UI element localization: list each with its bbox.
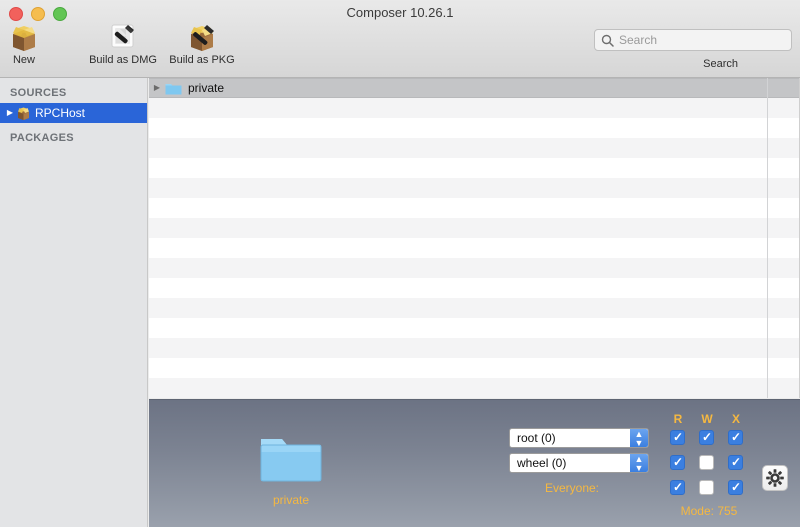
disclosure-triangle-icon[interactable]: ▶	[149, 78, 165, 98]
file-row-private[interactable]: ▶ private	[149, 78, 800, 98]
group-read-checkbox[interactable]: ✓	[670, 455, 685, 470]
table-row[interactable]	[149, 378, 800, 398]
sidebar-section-sources-header: SOURCES	[0, 83, 147, 103]
package-icon	[16, 106, 31, 120]
sidebar: SOURCES ▶ RPCHost PACKAGES	[0, 78, 148, 527]
group-select[interactable]: wheel (0) ▲▼	[509, 453, 649, 473]
everyone-execute-checkbox[interactable]: ✓	[728, 480, 743, 495]
column-divider[interactable]	[767, 78, 768, 398]
file-list: ▶ private	[149, 78, 800, 398]
owner-write-checkbox[interactable]: ✓	[699, 430, 714, 445]
search-placeholder: Search	[619, 33, 657, 47]
permission-header-w: W	[698, 412, 716, 426]
permission-header-x: X	[727, 412, 745, 426]
table-row[interactable]	[149, 358, 800, 378]
table-row[interactable]	[149, 218, 800, 238]
everyone-read-checkbox[interactable]: ✓	[670, 480, 685, 495]
settings-button[interactable]	[762, 465, 788, 491]
search-area: Search	[594, 29, 792, 51]
owner-value: root (0)	[517, 431, 556, 445]
owner-select[interactable]: root (0) ▲▼	[509, 428, 649, 448]
file-row-label: private	[188, 78, 224, 98]
folder-icon	[165, 82, 182, 95]
build-pkg-button[interactable]: Build as PKG	[162, 22, 242, 66]
table-row[interactable]	[149, 158, 800, 178]
table-row[interactable]	[149, 318, 800, 338]
gear-icon	[763, 466, 787, 490]
mode-text: Mode: 755	[649, 504, 769, 518]
composer-window: Composer 10.26.1 New	[0, 0, 800, 527]
table-row[interactable]	[149, 98, 800, 118]
group-value: wheel (0)	[517, 456, 566, 470]
table-row[interactable]	[149, 198, 800, 218]
table-row[interactable]	[149, 138, 800, 158]
disclosure-triangle-icon[interactable]: ▶	[4, 103, 16, 123]
permission-header-r: R	[669, 412, 687, 426]
chevron-updown-icon[interactable]: ▲▼	[630, 429, 648, 447]
detail-item-name: private	[229, 493, 353, 507]
check-icon: ✓	[731, 480, 741, 495]
package-box-icon	[8, 22, 40, 52]
table-row[interactable]	[149, 258, 800, 278]
table-row[interactable]	[149, 298, 800, 318]
owner-execute-checkbox[interactable]: ✓	[728, 430, 743, 445]
group-write-checkbox[interactable]	[699, 455, 714, 470]
check-icon: ✓	[731, 430, 741, 445]
package-hammer-icon	[186, 22, 218, 52]
table-row[interactable]	[149, 178, 800, 198]
sidebar-item-rpchost[interactable]: ▶ RPCHost	[0, 103, 147, 123]
table-row[interactable]	[149, 238, 800, 258]
detail-panel: private Owner: root (0) ▲▼ Group: wheel …	[149, 399, 800, 527]
new-button-label: New	[4, 54, 44, 66]
check-icon: ✓	[673, 455, 683, 470]
check-icon: ✓	[731, 455, 741, 470]
everyone-write-checkbox[interactable]	[699, 480, 714, 495]
build-pkg-label: Build as PKG	[162, 54, 242, 66]
build-dmg-button[interactable]: Build as DMG	[83, 22, 163, 66]
check-icon: ✓	[702, 430, 712, 445]
search-icon	[601, 34, 614, 47]
check-icon: ✓	[673, 480, 683, 495]
chevron-updown-icon[interactable]: ▲▼	[630, 454, 648, 472]
table-row[interactable]	[149, 338, 800, 358]
owner-read-checkbox[interactable]: ✓	[670, 430, 685, 445]
everyone-label: Everyone:	[469, 481, 599, 495]
new-button[interactable]: New	[4, 22, 44, 66]
build-dmg-label: Build as DMG	[83, 54, 163, 66]
search-input[interactable]: Search	[594, 29, 792, 51]
window-title: Composer 10.26.1	[0, 5, 800, 20]
table-row[interactable]	[149, 118, 800, 138]
folder-icon	[260, 433, 322, 483]
sidebar-section-packages-header: PACKAGES	[0, 128, 147, 148]
group-execute-checkbox[interactable]: ✓	[728, 455, 743, 470]
table-row[interactable]	[149, 278, 800, 298]
check-icon: ✓	[673, 430, 683, 445]
disk-hammer-icon	[107, 22, 139, 52]
sidebar-item-label: RPCHost	[35, 103, 85, 123]
titlebar: Composer 10.26.1 New	[0, 0, 800, 78]
search-caption: Search	[703, 58, 738, 70]
